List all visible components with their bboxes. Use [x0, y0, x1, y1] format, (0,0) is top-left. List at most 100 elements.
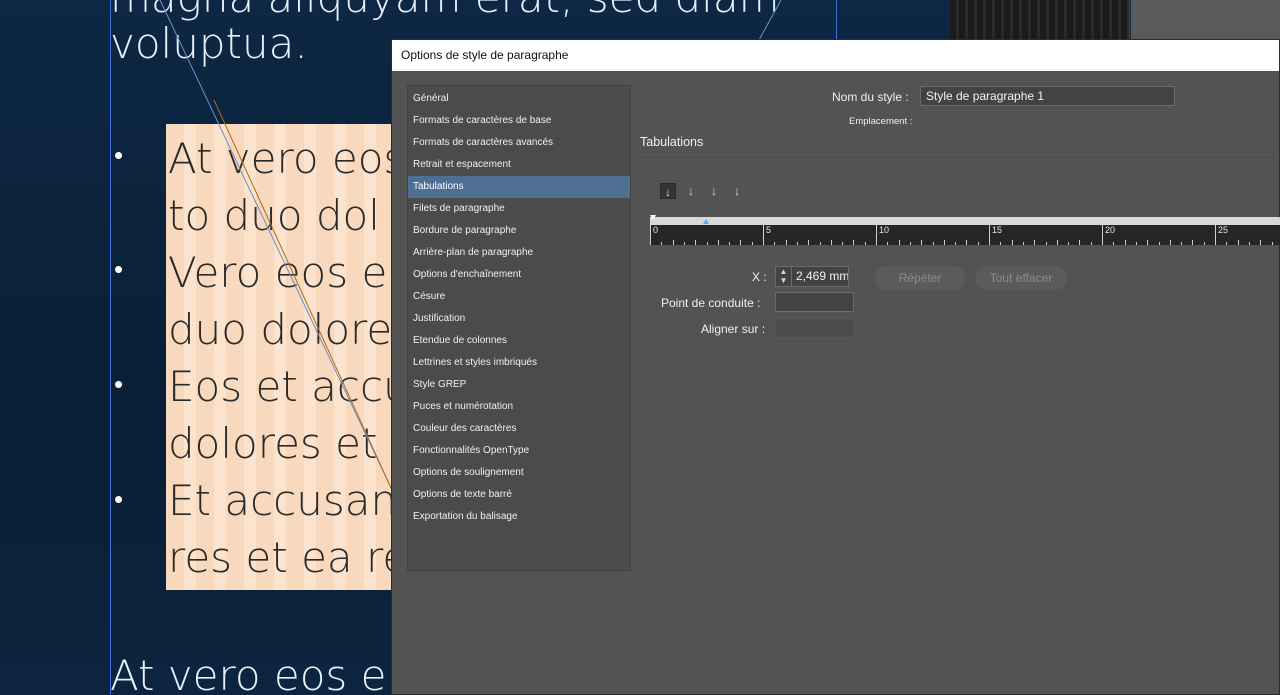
ruler-tick [1113, 242, 1115, 245]
ruler-tick [1000, 242, 1002, 245]
nav-item[interactable]: Options de texte barré [408, 484, 630, 506]
ruler-tick [785, 240, 787, 245]
ruler-tick [729, 242, 731, 245]
paragraph-style-options-dialog: Options de style de paragraphe Général Fo… [391, 39, 1280, 695]
ruler-tick [955, 242, 957, 245]
nav-item[interactable]: Options d'enchaînement [408, 264, 630, 286]
x-position-value[interactable]: 2,469 mm [796, 267, 848, 286]
left-align-tab-icon[interactable]: ↓ [660, 183, 676, 199]
dialog-title[interactable]: Options de style de paragraphe [392, 40, 1279, 71]
align-on-label: Aligner sur : [701, 322, 766, 336]
ruler-number: 10 [879, 225, 890, 235]
nav-item[interactable]: Exportation du balisage [408, 506, 630, 528]
ruler-tick [909, 242, 911, 245]
right-align-tab-icon[interactable]: ↓ [706, 183, 722, 199]
ruler-tick [1034, 240, 1036, 245]
diagonal-guide-lines [159, 0, 393, 491]
x-position-label: X : [752, 270, 767, 284]
ruler-tick [1102, 225, 1103, 245]
ruler-tick [842, 242, 844, 245]
nav-item[interactable]: Puces et numérotation [408, 396, 630, 418]
ruler-tick [853, 240, 855, 245]
ruler-tick [706, 242, 708, 245]
nav-item[interactable]: Retrait et espacement [408, 154, 630, 176]
nav-item[interactable]: Formats de caractères avancés [408, 132, 630, 154]
pasteboard-area [1131, 0, 1280, 40]
nav-item[interactable]: Justification [408, 308, 630, 330]
section-title: Tabulations [640, 135, 704, 149]
section-divider [640, 157, 1280, 158]
ruler-tick [672, 240, 674, 245]
nav-item[interactable]: Couleur des caractères [408, 418, 630, 440]
ruler-tick [1248, 242, 1250, 245]
ruler-number: 25 [1218, 225, 1229, 235]
ruler-number: 5 [766, 225, 772, 235]
nav-item[interactable]: Lettrines et styles imbriqués [408, 352, 630, 374]
style-name-label: Nom du style : [832, 90, 909, 104]
leader-input[interactable] [775, 292, 854, 312]
nav-item[interactable]: Général [408, 88, 630, 110]
ruler-tick [932, 242, 934, 245]
leader-label: Point de conduite : [661, 296, 761, 310]
ruler-tick [921, 240, 923, 245]
ruler-tick [740, 240, 742, 245]
location-label: Emplacement : [849, 116, 913, 127]
nav-item[interactable]: Césure [408, 286, 630, 308]
ruler-tick [989, 225, 990, 245]
nav-item[interactable]: Etendue de colonnes [408, 330, 630, 352]
ruler-tick [808, 240, 810, 245]
ruler-tick [661, 242, 663, 245]
nav-item[interactable]: Options de soulignement [408, 462, 630, 484]
nav-item[interactable]: Tabulations [408, 176, 630, 198]
ruler-tick [751, 242, 753, 245]
decimal-align-tab-icon[interactable]: ↓ [729, 183, 745, 199]
canvas-text-bottom: At vero eos e [110, 651, 387, 695]
category-list: Général Formats de caractères de base Form… [407, 85, 631, 571]
ruler-tick [650, 225, 651, 245]
placed-image [950, 0, 1130, 40]
ruler-tick [943, 240, 945, 245]
repeat-button[interactable]: Répéter [875, 266, 965, 290]
nav-item[interactable]: Formats de caractères de base [408, 110, 630, 132]
diagonal-guide-line-right [758, 0, 782, 40]
first-line-indent-marker[interactable] [650, 215, 656, 220]
ruler-tick [1045, 242, 1047, 245]
ruler-tick [977, 242, 979, 245]
ruler-tick [1158, 242, 1160, 245]
ruler-tick [774, 242, 776, 245]
nav-item[interactable]: Bordure de paragraphe [408, 220, 630, 242]
ruler-tick [1271, 242, 1273, 245]
nav-item[interactable]: Filets de paragraphe [408, 198, 630, 220]
stepper-arrows-icon[interactable]: ▲ ▼ [776, 267, 792, 286]
ruler-tick [830, 240, 832, 245]
ruler-tick [683, 242, 685, 245]
tab-stop-strip[interactable] [650, 217, 1280, 225]
ruler-tick [763, 225, 764, 245]
ruler-tick [1011, 240, 1013, 245]
ruler-tick [876, 225, 877, 245]
ruler-tick [695, 240, 697, 245]
align-on-input [775, 318, 854, 338]
ruler-tick [887, 242, 889, 245]
ruler-number: 20 [1105, 225, 1116, 235]
ruler-tick [1079, 240, 1081, 245]
tab-ruler[interactable]: 0 5 10 15 20 25 [650, 225, 1280, 245]
ruler-tick [1068, 242, 1070, 245]
ruler-tick [864, 242, 866, 245]
nav-item[interactable]: Fonctionnalités OpenType [408, 440, 630, 462]
ruler-tick [1124, 240, 1126, 245]
x-position-stepper[interactable]: ▲ ▼ 2,469 mm [775, 266, 849, 287]
ruler-tick [1203, 242, 1205, 245]
ruler-tick [717, 240, 719, 245]
center-align-tab-icon[interactable]: ↓ [683, 183, 699, 199]
ruler-tick [1226, 242, 1228, 245]
ruler-tick [1181, 242, 1183, 245]
nav-item[interactable]: Arrière-plan de paragraphe [408, 242, 630, 264]
nav-item[interactable]: Style GREP [408, 374, 630, 396]
clear-all-button[interactable]: Tout effacer [975, 266, 1067, 290]
ruler-number: 15 [992, 225, 1003, 235]
ruler-tick [796, 242, 798, 245]
ruler-tick [898, 240, 900, 245]
tab-stop-marker[interactable] [702, 219, 709, 224]
style-name-input[interactable]: Style de paragraphe 1 [920, 86, 1175, 106]
